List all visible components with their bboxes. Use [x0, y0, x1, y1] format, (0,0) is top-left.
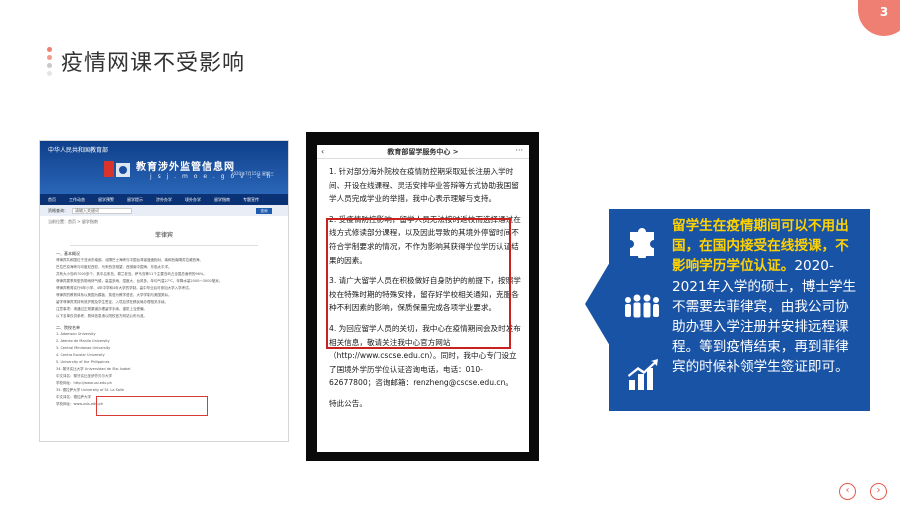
website-highlighted-line: 学校网址：http://www.usi.edu.ph: [56, 381, 112, 385]
website-search-label: 资格查询：: [48, 207, 68, 213]
website-text-line: 菲律宾属季风型热带雨林气候，高温多雨，湿度大，台风多。年均气温27℃，年降水量2…: [56, 279, 223, 283]
website-highlight-box: [96, 396, 208, 416]
website-text-line: 巴拉巴克海峡与印度尼西亚、马来西亚相望，西濒南中国海，东临太平洋。: [56, 265, 172, 269]
website-breadcrumb: 当前位置：首页 > 留学指南: [48, 219, 98, 224]
callout-text: 留学生在疫情期间可以不用出国，在国内接受在线授课，不影响学历学位认证。2020-…: [672, 216, 862, 378]
website-nav-item[interactable]: 留学提示: [127, 197, 143, 203]
callout-pointer: [585, 262, 610, 346]
website-university-line: 5. University of the Philippines: [56, 360, 110, 364]
website-nav: 首页 工作动态 留学预警 留学提示 涉外办学 境外办学 留学指南 专题宣传: [40, 194, 288, 205]
website-text-line: 共有大小岛屿7000多个，其中吕宋岛、棉兰老岛、萨马岛等11个主要岛屿占全国总面…: [56, 272, 207, 276]
website-highlighted-line: 34. 黎牙实比大学 Universidad de Sta. Isabel: [56, 367, 131, 371]
website-text-line: 菲律宾的教育体系以美国为模板，英语为教学语言，大学学制与美国类似。: [56, 293, 172, 297]
website-article: 一、基本概况 菲律宾共和国位于亚洲东南部。北隔巴士海峡与中国台湾省遥遥相对，南和…: [40, 250, 288, 408]
website-university-line: 1. Adamson University: [56, 332, 96, 336]
notice-paragraph: 特此公告。: [329, 398, 367, 408]
prev-arrow-icon[interactable]: ‹: [839, 483, 856, 500]
phone-highlight-box: [326, 218, 511, 349]
website-highlighted-line: 中文译名：黎牙实比圣伊莎贝尔大学: [56, 374, 112, 378]
website-search-bar: 资格查询： 请输入关键词 查询: [40, 205, 288, 216]
website-search-button[interactable]: 查询: [256, 207, 272, 214]
website-nav-item[interactable]: 首页: [48, 197, 56, 203]
page-number: 3: [858, 0, 900, 36]
website-nav-item[interactable]: 涉外办学: [156, 197, 172, 203]
website-text-line: 注意事项：请通过正规渠道办理留学手续，谨防上当受骗。: [56, 307, 147, 311]
page-title: 疫情网课不受影响: [61, 51, 246, 76]
website-university-line: 3. Central Mindanao University: [56, 346, 111, 350]
website-nav-item[interactable]: 留学指南: [214, 197, 230, 203]
website-header: 中华人民共和国教育部 教育涉外监管信息网 j s j . m o e . g o…: [40, 141, 288, 194]
website-site-name: 教育涉外监管信息网: [136, 162, 235, 173]
website-date: 2020年7月15日 星期三: [230, 171, 274, 176]
website-search-input[interactable]: 请输入关键词: [72, 207, 132, 214]
website-nav-item[interactable]: 专题宣传: [243, 197, 259, 203]
website-university-line: 2. Ateneo de Manila University: [56, 339, 110, 343]
website-university-line: 4. Centro Escolar University: [56, 353, 105, 357]
title-dots-decoration: [47, 47, 53, 79]
notice-paragraph: 1. 针对部分海外院校在疫情防控期采取延长注册入学时间、开设在线课程、灵活安排毕…: [329, 167, 519, 204]
website-text-line: 菲律宾共和国位于亚洲东南部。北隔巴士海峡与中国台湾省遥遥相对，南和西南隔苏拉威西…: [56, 258, 203, 262]
website-ministry: 中华人民共和国教育部: [48, 147, 109, 154]
website-divider: [70, 245, 258, 246]
back-arrow-icon[interactable]: ‹: [321, 147, 324, 156]
next-arrow-icon[interactable]: ›: [870, 483, 887, 500]
growth-chart-icon: [628, 359, 658, 390]
puzzle-icon: [630, 228, 654, 258]
website-section-heading: 二、院校名单: [56, 325, 80, 330]
phone-screen: ‹ 教育部留学服务中心 > ··· 1. 针对部分海外院校在疫情防控期采取延长注…: [317, 145, 529, 452]
website-nav-item[interactable]: 境外办学: [185, 197, 201, 203]
website-nav-item[interactable]: 留学预警: [98, 197, 114, 203]
website-university-line: 35. 德拉萨大学 University of St. La Salle: [56, 388, 125, 392]
website-screenshot: 中华人民共和国教育部 教育涉外监管信息网 j s j . m o e . g o…: [39, 140, 289, 442]
website-text-line: 留学菲律宾须持有效护照及学生签证，入境后须在移民局办理相关手续。: [56, 300, 168, 304]
ministry-logo-icon: [104, 161, 130, 177]
website-text-line: 以下名单仅供参考，具体信息请以院校官方网站公布为准。: [56, 314, 147, 318]
phone-screenshot: ‹ 教育部留学服务中心 > ··· 1. 针对部分海外院校在疫情防控期采取延长注…: [306, 132, 539, 461]
website-nav-item[interactable]: 工作动态: [69, 197, 85, 203]
phone-header-title: 教育部留学服务中心 >: [317, 145, 529, 159]
website-text-line: 菲律宾教育实行6年小学、4年中学和4年大学的学制。高中毕业后可参加大学入学考试。: [56, 286, 193, 290]
more-menu-icon[interactable]: ···: [515, 146, 523, 155]
website-section-heading: 一、基本概况: [56, 251, 80, 256]
people-group-icon: [625, 294, 659, 318]
callout-body: 2020-2021年入学的硕士，博士学生不需要去菲律宾，由我公司协助办理入学注册…: [672, 258, 857, 376]
website-page-title: 菲律宾: [154, 232, 173, 239]
